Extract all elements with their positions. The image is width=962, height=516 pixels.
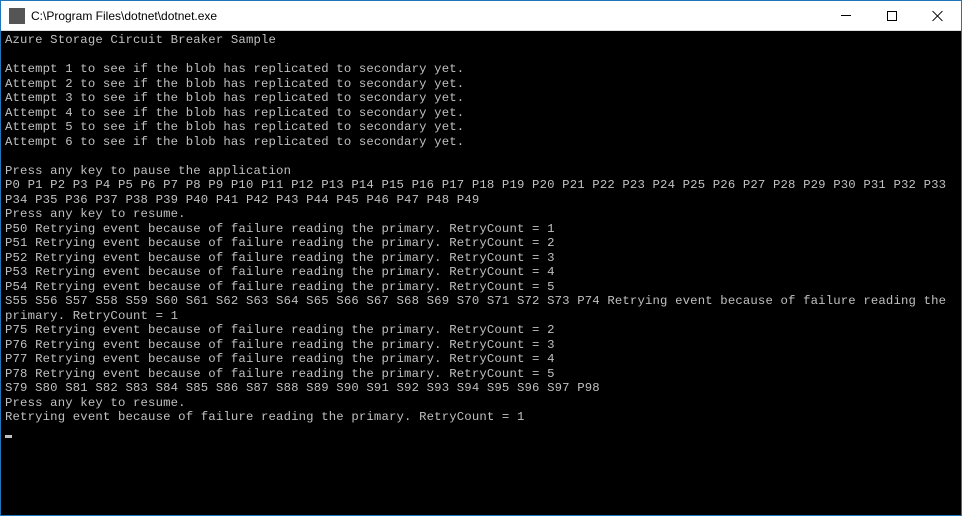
console-line: Attempt 1 to see if the blob has replica… (5, 62, 464, 76)
console-line: Press any key to resume. (5, 207, 186, 221)
console-line: P54 Retrying event because of failure re… (5, 280, 555, 294)
console-line: P50 Retrying event because of failure re… (5, 222, 555, 236)
console-line: Press any key to resume. (5, 396, 186, 410)
close-button[interactable] (915, 1, 961, 30)
console-line: P51 Retrying event because of failure re… (5, 236, 555, 250)
window-title: C:\Program Files\dotnet\dotnet.exe (31, 9, 823, 23)
console-line: P76 Retrying event because of failure re… (5, 338, 555, 352)
console-line: P53 Retrying event because of failure re… (5, 265, 555, 279)
console-line: Attempt 4 to see if the blob has replica… (5, 106, 464, 120)
close-icon (932, 10, 944, 22)
console-output[interactable]: Azure Storage Circuit Breaker Sample Att… (1, 31, 961, 515)
console-line: Attempt 3 to see if the blob has replica… (5, 91, 464, 105)
minimize-icon (841, 15, 851, 16)
console-header: Azure Storage Circuit Breaker Sample (5, 33, 276, 47)
console-line: P52 Retrying event because of failure re… (5, 251, 555, 265)
console-line: Press any key to pause the application (5, 164, 291, 178)
window-controls (823, 1, 961, 30)
console-line: Attempt 2 to see if the blob has replica… (5, 77, 464, 91)
maximize-icon (887, 11, 897, 21)
cursor-icon (5, 435, 12, 438)
console-line: Attempt 5 to see if the blob has replica… (5, 120, 464, 134)
console-line: S79 S80 S81 S82 S83 S84 S85 S86 S87 S88 … (5, 381, 600, 395)
minimize-button[interactable] (823, 1, 869, 30)
console-line: P0 P1 P2 P3 P4 P5 P6 P7 P8 P9 P10 P11 P1… (5, 178, 954, 207)
app-icon (9, 8, 25, 24)
console-line: Attempt 6 to see if the blob has replica… (5, 135, 464, 149)
console-line: P78 Retrying event because of failure re… (5, 367, 555, 381)
titlebar: C:\Program Files\dotnet\dotnet.exe (1, 1, 961, 31)
console-line: P77 Retrying event because of failure re… (5, 352, 555, 366)
maximize-button[interactable] (869, 1, 915, 30)
console-line: S55 S56 S57 S58 S59 S60 S61 S62 S63 S64 … (5, 294, 954, 323)
console-line: P75 Retrying event because of failure re… (5, 323, 555, 337)
console-line: Retrying event because of failure readin… (5, 410, 525, 424)
